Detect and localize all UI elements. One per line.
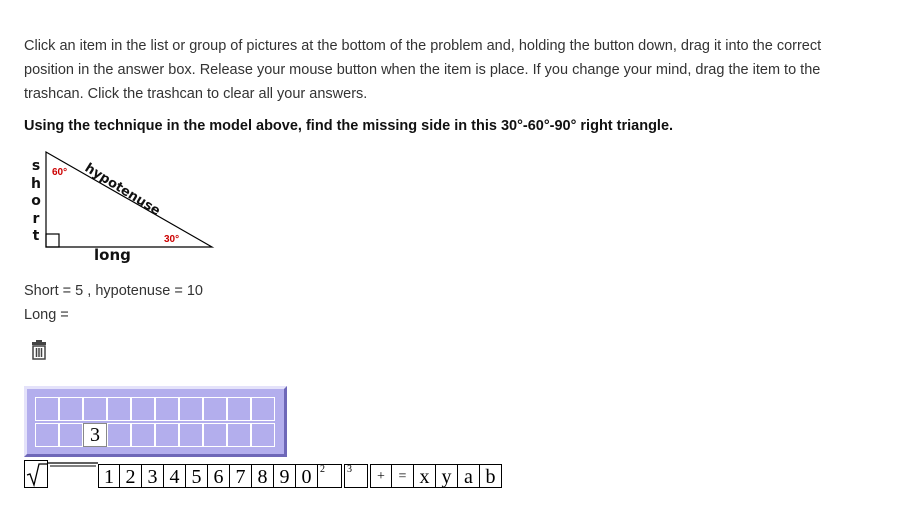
fraction-bar-icon[interactable] [48, 460, 98, 488]
answer-cell[interactable] [251, 397, 275, 421]
key-superscript-2[interactable]: 2 [318, 464, 342, 488]
answer-cell[interactable] [131, 397, 155, 421]
answer-cell[interactable] [227, 423, 251, 447]
key-9[interactable]: 9 [274, 464, 296, 488]
key-5[interactable]: 5 [186, 464, 208, 488]
given-line-long: Long = [24, 307, 69, 323]
key-7[interactable]: 7 [230, 464, 252, 488]
key-0[interactable]: 0 [296, 464, 318, 488]
key-plus[interactable]: + [370, 464, 392, 488]
given-values: Short = 5 , hypotenuse = 10 Long = [24, 279, 203, 327]
answer-cell[interactable] [179, 423, 203, 447]
key-b[interactable]: b [480, 464, 502, 488]
answer-cell[interactable] [155, 423, 179, 447]
short-letter: s [31, 158, 41, 174]
answer-cell[interactable] [59, 423, 83, 447]
key-6[interactable]: 6 [208, 464, 230, 488]
short-letter: r [32, 210, 40, 227]
given-line-short-hypotenuse: Short = 5 , hypotenuse = 10 [24, 283, 203, 299]
hypotenuse-label: hypotenuse [82, 161, 163, 219]
key-row: 1 2 3 4 5 6 7 8 9 0 2 3 + = x y a b [98, 464, 502, 488]
answer-cell[interactable] [203, 423, 227, 447]
answer-grid-row: 3 [35, 423, 275, 447]
short-letter: o [31, 193, 41, 210]
triangle-figure: 60° 30° hypotenuse s h o r t long [26, 150, 226, 268]
key-4[interactable]: 4 [164, 464, 186, 488]
answer-cell[interactable] [59, 397, 83, 421]
answer-cell[interactable] [251, 423, 275, 447]
short-letter: t [32, 228, 40, 245]
answer-cell[interactable] [83, 397, 107, 421]
key-y[interactable]: y [436, 464, 458, 488]
answer-cell[interactable] [107, 397, 131, 421]
answer-cell[interactable] [35, 397, 59, 421]
short-letter: h [31, 175, 41, 192]
answer-box[interactable]: 3 [24, 386, 287, 457]
drag-palette: 1 2 3 4 5 6 7 8 9 0 2 3 + = x y a b [24, 458, 502, 488]
key-3[interactable]: 3 [142, 464, 164, 488]
key-2[interactable]: 2 [120, 464, 142, 488]
answer-cell[interactable] [227, 397, 251, 421]
answer-cell[interactable] [35, 423, 59, 447]
key-x[interactable]: x [414, 464, 436, 488]
key-1[interactable]: 1 [98, 464, 120, 488]
square-root-icon[interactable] [24, 460, 48, 488]
key-a[interactable]: a [458, 464, 480, 488]
trash-icon[interactable] [28, 339, 50, 361]
long-side-label: long [94, 246, 131, 264]
key-equals[interactable]: = [392, 464, 414, 488]
angle-30-label: 30° [164, 234, 179, 245]
answer-cell-filled[interactable]: 3 [83, 423, 107, 447]
answer-cell[interactable] [203, 397, 227, 421]
answer-cell[interactable] [107, 423, 131, 447]
angle-60-label: 60° [52, 167, 67, 178]
right-angle-marker [45, 233, 60, 248]
answer-grid-row [35, 397, 275, 421]
answer-grid[interactable]: 3 [35, 397, 275, 447]
answer-cell[interactable] [155, 397, 179, 421]
answer-cell[interactable] [131, 423, 155, 447]
key-superscript-3[interactable]: 3 [344, 464, 368, 488]
answer-cell[interactable] [179, 397, 203, 421]
key-8[interactable]: 8 [252, 464, 274, 488]
instructions-text: Click an item in the list or group of pi… [24, 38, 822, 102]
question-text: Using the technique in the model above, … [24, 118, 674, 134]
short-side-label: s h o r t [29, 158, 43, 246]
